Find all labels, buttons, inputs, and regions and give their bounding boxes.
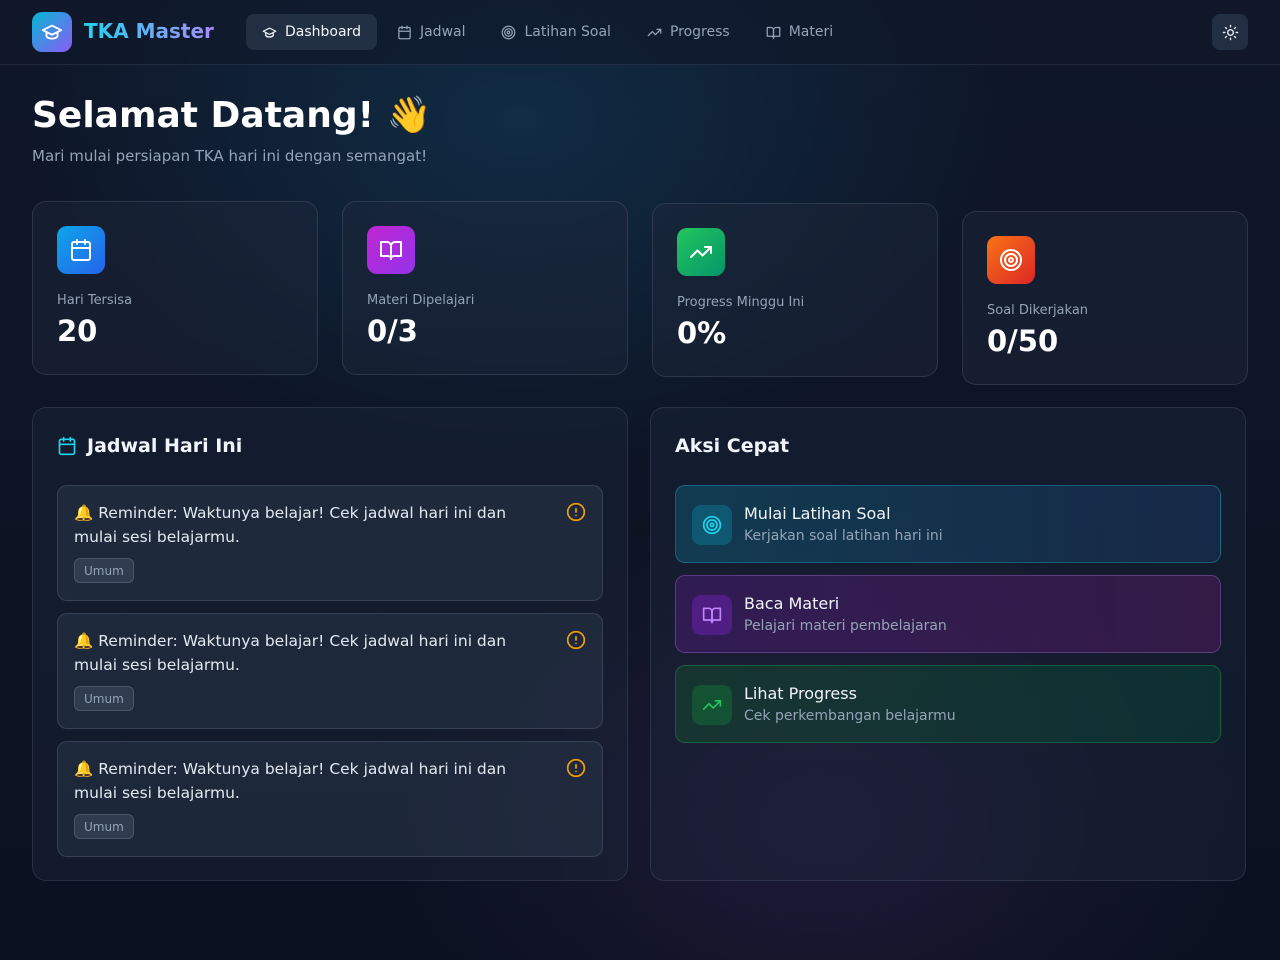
action-lihat-progress[interactable]: Lihat Progress Cek perkembangan belajarm…	[675, 665, 1221, 743]
stat-label: Progress Minggu Ini	[677, 295, 805, 310]
page-subtitle: Mari mulai persiapan TKA hari ini dengan…	[32, 147, 428, 165]
action-title: Baca Materi	[744, 594, 840, 613]
panel-title-text: Aksi Cepat	[675, 435, 790, 457]
action-subtitle: Pelajari materi pembelajaran	[744, 618, 947, 634]
top-navbar: TKA Master Dashboard Jadwal Latihan Soal…	[0, 0, 1280, 65]
stat-card-materi-dipelajari: Materi Dipelajari 0/3	[342, 201, 628, 375]
sun-icon	[1222, 24, 1238, 40]
graduation-cap-icon	[41, 24, 63, 40]
stat-value: 0%	[677, 316, 727, 350]
schedule-item-text: 🔔 Reminder: Waktunya belajar! Cek jadwal…	[74, 504, 507, 546]
alert-circle-icon	[566, 758, 586, 778]
page-title: Selamat Datang! 👋	[32, 95, 432, 136]
action-subtitle: Kerjakan soal latihan hari ini	[744, 528, 943, 544]
panel-title: Jadwal Hari Ini	[57, 435, 242, 457]
stat-card-progress-minggu-ini: Progress Minggu Ini 0%	[652, 203, 938, 377]
quick-actions-panel: Aksi Cepat Mulai Latihan Soal Kerjakan s…	[650, 407, 1246, 881]
stat-icon-box	[677, 228, 725, 276]
nav-progress[interactable]: Progress	[631, 14, 746, 50]
nav-label: Jadwal	[419, 24, 466, 40]
action-baca-materi[interactable]: Baca Materi Pelajari materi pembelajaran	[675, 575, 1221, 653]
stat-value: 0/50	[987, 324, 1059, 358]
calendar-icon	[398, 25, 411, 39]
schedule-item-text: 🔔 Reminder: Waktunya belajar! Cek jadwal…	[74, 760, 507, 802]
theme-toggle-button[interactable]	[1212, 14, 1248, 50]
trending-up-icon	[690, 246, 712, 258]
stat-icon-box	[367, 226, 415, 274]
category-tag: Umum	[74, 558, 134, 583]
graduation-cap-icon	[262, 27, 277, 38]
action-subtitle: Cek perkembangan belajarmu	[744, 708, 956, 724]
nav-latihan-soal[interactable]: Latihan Soal	[485, 14, 626, 50]
target-icon	[1000, 249, 1022, 271]
nav-label: Dashboard	[285, 24, 361, 40]
trending-up-icon	[702, 700, 722, 710]
stat-label: Hari Tersisa	[57, 293, 133, 308]
action-icon-box	[692, 505, 732, 545]
nav-materi[interactable]: Materi	[750, 14, 849, 50]
schedule-panel: Jadwal Hari Ini 🔔 Reminder: Waktunya bel…	[32, 407, 628, 881]
book-open-icon	[766, 26, 781, 39]
panel-title-text: Jadwal Hari Ini	[87, 435, 243, 457]
stat-icon-box	[987, 236, 1035, 284]
alert-circle-icon	[566, 630, 586, 650]
logo[interactable]	[32, 12, 72, 52]
brand-name[interactable]: TKA Master	[84, 19, 214, 43]
action-title: Mulai Latihan Soal	[744, 504, 891, 523]
action-icon-box	[692, 595, 732, 635]
calendar-icon	[71, 239, 91, 261]
stat-label: Materi Dipelajari	[367, 293, 475, 308]
action-title: Lihat Progress	[744, 684, 857, 703]
stat-card-hari-tersisa: Hari Tersisa 20	[32, 201, 318, 375]
schedule-item-text: 🔔 Reminder: Waktunya belajar! Cek jadwal…	[74, 632, 507, 674]
action-mulai-latihan-soal[interactable]: Mulai Latihan Soal Kerjakan soal latihan…	[675, 485, 1221, 563]
stat-label: Soal Dikerjakan	[987, 303, 1089, 318]
schedule-item[interactable]: 🔔 Reminder: Waktunya belajar! Cek jadwal…	[57, 485, 603, 601]
nav-jadwal[interactable]: Jadwal	[381, 14, 482, 50]
stat-value: 0/3	[367, 314, 418, 348]
calendar-icon	[58, 436, 76, 456]
nav-label: Latihan Soal	[524, 24, 611, 40]
nav-label: Progress	[669, 24, 730, 40]
category-tag: Umum	[74, 686, 134, 711]
trending-up-icon	[647, 28, 662, 36]
category-tag: Umum	[74, 814, 134, 839]
main-nav: Dashboard Jadwal Latihan Soal Progress M…	[246, 14, 849, 50]
target-icon	[502, 25, 516, 39]
nav-label: Materi	[788, 24, 834, 40]
book-open-icon	[380, 241, 402, 260]
action-icon-box	[692, 685, 732, 725]
stat-card-soal-dikerjakan: Soal Dikerjakan 0/50	[962, 211, 1248, 385]
alert-circle-icon	[566, 502, 586, 522]
schedule-item[interactable]: 🔔 Reminder: Waktunya belajar! Cek jadwal…	[57, 613, 603, 729]
schedule-item[interactable]: 🔔 Reminder: Waktunya belajar! Cek jadwal…	[57, 741, 603, 857]
nav-dashboard[interactable]: Dashboard	[246, 14, 377, 50]
stat-icon-box	[57, 226, 105, 274]
book-open-icon	[702, 607, 722, 624]
target-icon	[702, 515, 722, 535]
stat-value: 20	[57, 314, 98, 348]
panel-title: Aksi Cepat	[675, 435, 789, 457]
